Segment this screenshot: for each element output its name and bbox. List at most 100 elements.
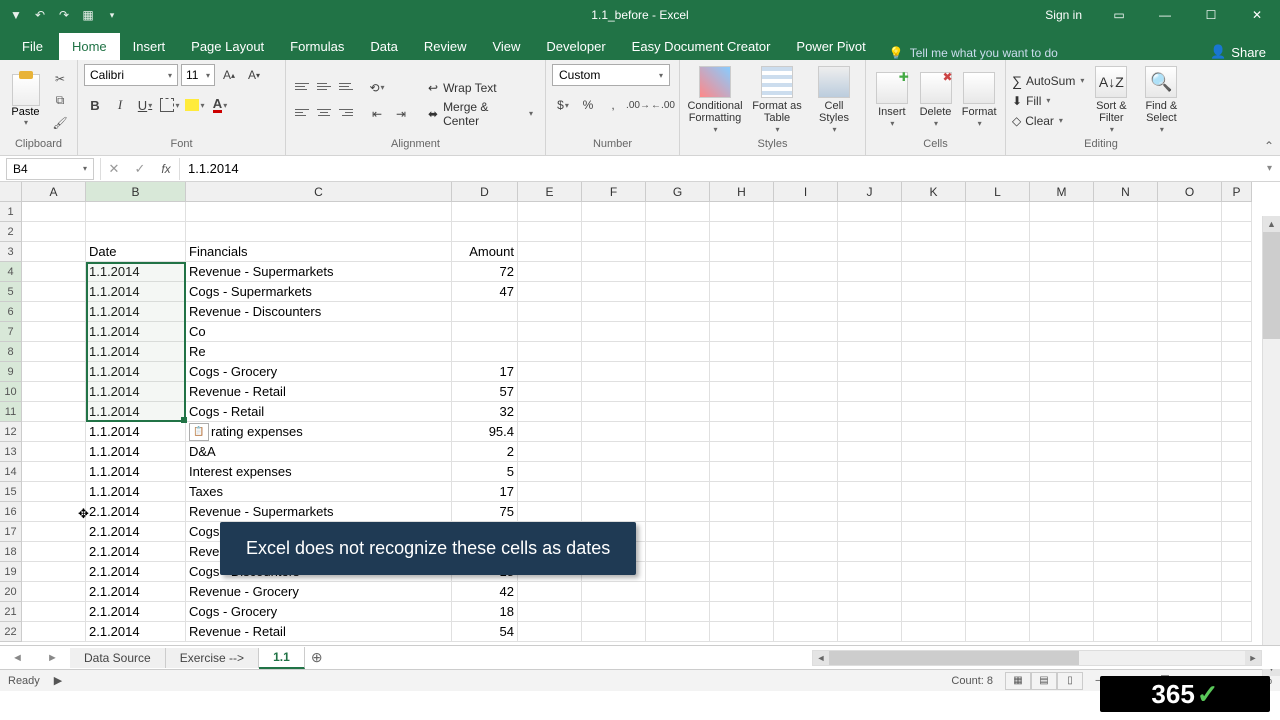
- cell[interactable]: [1030, 242, 1094, 262]
- scroll-right-icon[interactable]: ►: [1245, 651, 1261, 665]
- cell[interactable]: [22, 402, 86, 422]
- cell[interactable]: [838, 542, 902, 562]
- vscroll-thumb[interactable]: [1263, 232, 1280, 339]
- tab-formulas[interactable]: Formulas: [277, 33, 357, 60]
- row-header[interactable]: 20: [0, 582, 22, 602]
- cell[interactable]: [710, 402, 774, 422]
- currency-icon[interactable]: $▾: [552, 94, 574, 116]
- cell[interactable]: [710, 442, 774, 462]
- cell[interactable]: 1.1.2014: [86, 382, 186, 402]
- cell[interactable]: [838, 362, 902, 382]
- cell[interactable]: Cogs - Supermarkets: [186, 282, 452, 302]
- cell[interactable]: [22, 422, 86, 442]
- cell[interactable]: [646, 482, 710, 502]
- cell[interactable]: [518, 242, 582, 262]
- cell[interactable]: [710, 222, 774, 242]
- cell[interactable]: [582, 502, 646, 522]
- row-header[interactable]: 22: [0, 622, 22, 642]
- decrease-decimal-icon[interactable]: ←.00: [652, 94, 674, 116]
- cell[interactable]: [838, 402, 902, 422]
- cell[interactable]: [902, 242, 966, 262]
- cell[interactable]: Co: [186, 322, 452, 342]
- cell[interactable]: [902, 342, 966, 362]
- cell[interactable]: 1.1.2014: [86, 362, 186, 382]
- cell[interactable]: [902, 382, 966, 402]
- cell[interactable]: [452, 222, 518, 242]
- cell[interactable]: 📋rating expenses: [186, 422, 452, 442]
- cell[interactable]: [1222, 582, 1252, 602]
- cell[interactable]: [774, 382, 838, 402]
- horizontal-scrollbar[interactable]: ◄ ►: [812, 650, 1262, 666]
- cell[interactable]: [774, 422, 838, 442]
- cell[interactable]: [646, 382, 710, 402]
- cell[interactable]: [966, 462, 1030, 482]
- cell[interactable]: 2.1.2014: [86, 582, 186, 602]
- cell[interactable]: [582, 422, 646, 442]
- row-header[interactable]: 21: [0, 602, 22, 622]
- cell[interactable]: [838, 462, 902, 482]
- cell[interactable]: [1222, 542, 1252, 562]
- delete-button[interactable]: ✖Delete▾: [916, 72, 956, 130]
- cut-icon[interactable]: ✂: [49, 69, 71, 89]
- cell[interactable]: [838, 602, 902, 622]
- paste-options-icon[interactable]: 📋: [189, 423, 209, 441]
- cell[interactable]: [902, 282, 966, 302]
- cell[interactable]: 5: [452, 462, 518, 482]
- align-bottom-icon[interactable]: [336, 77, 356, 97]
- row-header[interactable]: 10: [0, 382, 22, 402]
- cell[interactable]: [774, 602, 838, 622]
- cell[interactable]: [774, 362, 838, 382]
- cell[interactable]: [902, 602, 966, 622]
- cell[interactable]: 2: [452, 442, 518, 462]
- comma-icon[interactable]: ,: [602, 94, 624, 116]
- cell[interactable]: [838, 382, 902, 402]
- cell[interactable]: [710, 522, 774, 542]
- cell[interactable]: [838, 282, 902, 302]
- cell[interactable]: [710, 342, 774, 362]
- cell[interactable]: [518, 422, 582, 442]
- cell[interactable]: [582, 302, 646, 322]
- share-button[interactable]: 👤 Share: [1210, 44, 1266, 60]
- cell[interactable]: [838, 322, 902, 342]
- cell[interactable]: [518, 322, 582, 342]
- find-select-button[interactable]: 🔍Find & Select▾: [1138, 66, 1184, 136]
- cell[interactable]: [582, 482, 646, 502]
- cell[interactable]: [1030, 362, 1094, 382]
- cell[interactable]: [22, 222, 86, 242]
- cell[interactable]: [966, 522, 1030, 542]
- col-header-H[interactable]: H: [710, 182, 774, 202]
- cell[interactable]: [1222, 402, 1252, 422]
- cell[interactable]: [1094, 402, 1158, 422]
- increase-font-icon[interactable]: A▴: [218, 64, 240, 86]
- cell[interactable]: [710, 322, 774, 342]
- bold-button[interactable]: B: [84, 94, 106, 116]
- cell[interactable]: [1222, 562, 1252, 582]
- cell[interactable]: [966, 482, 1030, 502]
- sheet-tab-current[interactable]: 1.1: [259, 647, 305, 669]
- row-header[interactable]: 2: [0, 222, 22, 242]
- cell[interactable]: 2.1.2014: [86, 602, 186, 622]
- cell[interactable]: [1094, 482, 1158, 502]
- cell[interactable]: [1158, 462, 1222, 482]
- cell[interactable]: 32: [452, 402, 518, 422]
- cell[interactable]: [22, 482, 86, 502]
- cell[interactable]: [710, 582, 774, 602]
- cell[interactable]: [1030, 342, 1094, 362]
- format-button[interactable]: Format▾: [959, 72, 999, 130]
- cell[interactable]: [1094, 562, 1158, 582]
- col-header-C[interactable]: C: [186, 182, 452, 202]
- undo-icon[interactable]: ↶: [32, 7, 48, 23]
- col-header-G[interactable]: G: [646, 182, 710, 202]
- cell[interactable]: [518, 282, 582, 302]
- cell[interactable]: [22, 542, 86, 562]
- cell[interactable]: [710, 602, 774, 622]
- cell[interactable]: [582, 362, 646, 382]
- cell[interactable]: [966, 342, 1030, 362]
- cell[interactable]: [1222, 222, 1252, 242]
- cell[interactable]: [1030, 502, 1094, 522]
- cell[interactable]: [186, 202, 452, 222]
- row-header[interactable]: 9: [0, 362, 22, 382]
- cell[interactable]: [902, 562, 966, 582]
- cell[interactable]: Revenue - Discounters: [186, 302, 452, 322]
- cell[interactable]: [710, 362, 774, 382]
